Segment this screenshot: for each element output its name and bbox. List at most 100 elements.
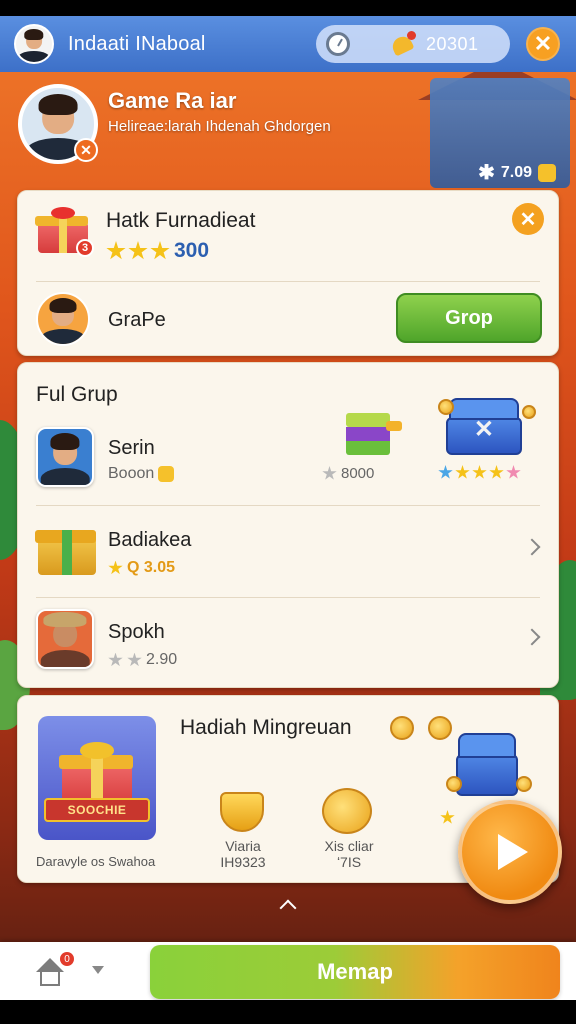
chip-icon xyxy=(158,466,175,482)
member-sub-text: Booon xyxy=(108,465,155,482)
star-burst-icon: ✱ xyxy=(478,162,495,184)
hatch-value: 8000 xyxy=(341,465,375,482)
profile-subtitle: Helireae:larah Ihdenah Ghdorgen xyxy=(108,118,331,135)
reward-card: 3 Hatk Furnadieat 300 ✕ GraPe Grop xyxy=(17,190,559,356)
home-icon[interactable]: 0 xyxy=(34,952,74,988)
star-icon xyxy=(150,241,170,260)
chevron-right-icon xyxy=(523,628,541,646)
list-item-value-text: Q 3.05 xyxy=(127,559,176,576)
avatar-hair xyxy=(50,433,80,451)
avatar-body xyxy=(17,51,51,62)
bell-icon xyxy=(389,31,416,57)
points-display: ✱ 7.09 xyxy=(478,160,556,185)
star-icon xyxy=(128,241,148,260)
reward-item[interactable]: Viaria IH9323 xyxy=(198,838,288,870)
app-screen: Indaati INaboal 20301 ✕ ✕ Game Ra iar He… xyxy=(0,0,576,1024)
currency-value: 20301 xyxy=(426,33,479,54)
star-icon xyxy=(506,465,521,479)
system-nav-bar xyxy=(0,1000,576,1024)
profile-header: ✕ Game Ra iar Helireae:larah Ihdenah Ghd… xyxy=(18,84,558,184)
star-icon xyxy=(322,466,337,480)
group-button[interactable]: Grop xyxy=(396,293,542,343)
top-bar: Indaati INaboal 20301 ✕ xyxy=(0,16,576,72)
star-icon xyxy=(489,465,504,479)
user-avatar[interactable] xyxy=(36,292,90,346)
list-item-value: 2.90 xyxy=(108,651,177,669)
reward-art[interactable]: SOOCHIE xyxy=(38,716,156,840)
star-icon xyxy=(438,465,453,479)
chest-icon: ✕ xyxy=(446,393,522,455)
avatar-body xyxy=(40,329,86,344)
currency-pill[interactable]: 20301 xyxy=(316,25,510,63)
stars-value: 300 xyxy=(174,239,210,262)
member-sub: Booon xyxy=(108,465,175,483)
card-heading: Ful Grup xyxy=(36,383,118,406)
reward-label: Viaria xyxy=(225,838,261,854)
chevron-down-icon[interactable] xyxy=(92,966,104,974)
coin-chip-icon xyxy=(538,163,556,182)
avatar-hair xyxy=(38,93,78,116)
user-name: GraPe xyxy=(108,309,166,331)
coin-icon xyxy=(446,776,462,792)
reward-value: ʻ7IS xyxy=(336,854,362,870)
coin-icon xyxy=(428,716,452,740)
bottom-bar: 0 Memap xyxy=(0,942,576,1000)
chest-icon xyxy=(456,728,518,796)
coin-icon xyxy=(390,716,414,740)
star-icon xyxy=(440,810,455,824)
hatch-rating: 8000 xyxy=(322,465,374,482)
coin-icon xyxy=(516,776,532,792)
star-rating: 300 xyxy=(106,239,209,263)
avatar-hair xyxy=(49,298,77,313)
hatch-icon xyxy=(346,413,402,459)
divider xyxy=(36,281,540,282)
treasure-box-icon xyxy=(35,519,97,575)
star-icon xyxy=(127,652,142,667)
star-icon xyxy=(106,241,126,260)
close-button[interactable]: ✕ xyxy=(526,27,560,61)
divider xyxy=(36,597,540,598)
profile-remove-badge[interactable]: ✕ xyxy=(74,138,98,162)
group-card: Ful Grup ✕ 8000 Serin Booon Badiakea Q 3… xyxy=(17,362,559,688)
avatar-body xyxy=(40,650,90,667)
card-heading: Hadiah Mingreuan xyxy=(180,716,352,739)
main-action-button[interactable]: Memap xyxy=(150,945,560,999)
avatar-body xyxy=(40,468,90,485)
chest-rating xyxy=(438,465,521,480)
list-item-value: Q 3.05 xyxy=(108,559,175,577)
avatar-hair xyxy=(24,28,44,40)
points-value: 7.09 xyxy=(500,163,532,181)
clock-icon xyxy=(326,32,350,56)
reward-banner: SOOCHIE xyxy=(44,798,150,822)
reward-value: IH9323 xyxy=(220,854,266,870)
gold-ingot-icon xyxy=(220,792,264,832)
star-icon xyxy=(108,652,123,667)
coin-icon xyxy=(522,405,536,419)
profile-name: Game Ra iar xyxy=(108,88,237,113)
reward-label: Xis cliar xyxy=(324,838,374,854)
member-avatar[interactable] xyxy=(36,427,94,487)
star-icon xyxy=(472,465,487,479)
star-icon xyxy=(108,560,123,575)
coin-icon xyxy=(438,399,454,415)
home-badge: 0 xyxy=(60,952,74,966)
status-bar xyxy=(0,0,576,16)
list-item-title: Badiakea xyxy=(108,529,192,551)
reward-art-caption: Daravyle os Swahoa xyxy=(36,854,156,869)
close-card-button[interactable]: ✕ xyxy=(512,203,544,235)
gift-icon xyxy=(59,742,134,806)
list-item-title: Spokh xyxy=(108,621,165,643)
member-avatar xyxy=(36,609,94,669)
gift-count-badge: 3 xyxy=(76,239,94,257)
play-icon xyxy=(498,834,528,870)
coin-stack-icon xyxy=(322,788,372,834)
list-item-value-text: 2.90 xyxy=(146,651,178,668)
divider xyxy=(36,505,540,506)
reward-item[interactable]: Xis cliar ʻ7IS xyxy=(304,838,394,870)
card-title: Hatk Furnadieat xyxy=(106,209,256,232)
app-title: Indaati INaboal xyxy=(68,32,206,55)
avatar[interactable] xyxy=(14,24,54,64)
chevron-up-icon[interactable] xyxy=(279,899,297,917)
play-button[interactable] xyxy=(458,800,562,904)
chevron-right-icon xyxy=(523,538,541,556)
